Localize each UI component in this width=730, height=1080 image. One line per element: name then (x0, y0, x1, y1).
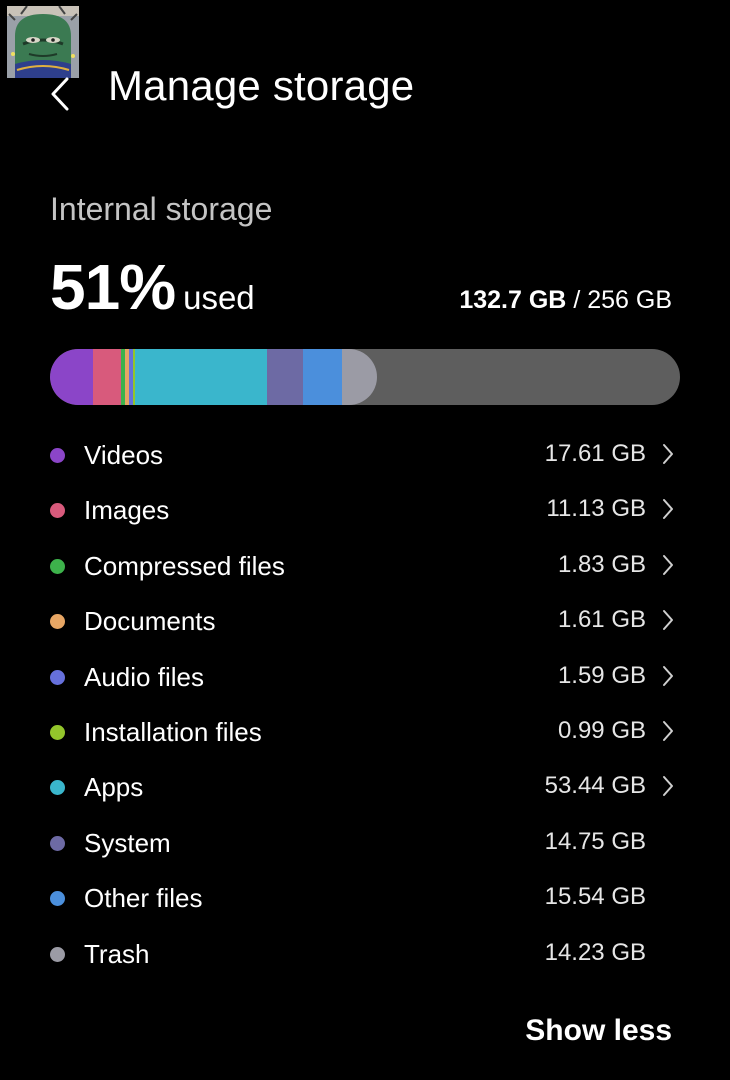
storage-bar (50, 349, 680, 405)
category-name: Apps (84, 772, 144, 803)
storage-bar-segment (341, 349, 377, 405)
category-size: 0.99 GB (557, 716, 646, 744)
category-size: 14.23 GB (544, 938, 646, 966)
storage-used: 132.7 GB (459, 286, 567, 314)
storage-capacity: 132.7 GB / 256 GB (459, 286, 672, 315)
category-size: 17.61 GB (544, 440, 646, 467)
category-color-dot (50, 558, 65, 574)
category-size: 15.54 GB (544, 883, 646, 911)
chevron-right-icon (663, 554, 673, 575)
category-color-dot (50, 946, 65, 962)
category-row-trash: Trash 14.23 GB (0, 927, 730, 982)
category-row-other-files: Other files 15.54 GB (0, 871, 730, 926)
category-size: 1.59 GB (557, 661, 646, 689)
category-size: 14.75 GB (544, 827, 646, 855)
category-row-documents[interactable]: Documents 1.61 GB (0, 594, 730, 649)
category-row-apps[interactable]: Apps 53.44 GB (0, 760, 730, 815)
category-name: System (84, 827, 171, 858)
back-arrow-icon (51, 77, 69, 111)
category-color-dot (50, 724, 65, 740)
back-button[interactable] (38, 66, 82, 122)
category-name: Documents (84, 606, 216, 637)
storage-bar-segment (266, 349, 304, 405)
category-name: Trash (84, 938, 150, 969)
category-color-dot (50, 614, 65, 630)
chevron-right-icon (663, 665, 673, 686)
category-list: Videos 17.61 GB Images 11.13 GB Compressed f… (0, 428, 730, 982)
storage-bar-segment (50, 349, 94, 405)
category-name: Compressed files (84, 550, 285, 581)
storage-total: 256 GB (587, 286, 672, 314)
category-row-audio-files[interactable]: Audio files 1.59 GB (0, 650, 730, 705)
category-name: Installation files (84, 716, 262, 747)
category-row-system: System 14.75 GB (0, 816, 730, 871)
chevron-right-icon (663, 720, 673, 741)
chevron-right-icon (663, 610, 673, 631)
section-title: Internal storage (50, 191, 273, 227)
category-size: 1.61 GB (557, 606, 646, 634)
page-title: Manage storage (108, 62, 415, 109)
storage-bar-segment (93, 349, 121, 405)
category-name: Other files (84, 883, 203, 914)
storage-bar-segment (303, 349, 342, 405)
storage-separator: / (573, 286, 581, 314)
category-size: 11.13 GB (546, 495, 646, 523)
category-row-compressed-files[interactable]: Compressed files 1.83 GB (0, 539, 730, 594)
category-color-dot (50, 891, 65, 907)
category-color-dot (50, 669, 65, 685)
usage-percent: 51% used (50, 250, 255, 324)
show-less-button[interactable]: Show less (525, 1014, 672, 1048)
category-size: 53.44 GB (544, 772, 646, 800)
category-row-images[interactable]: Images 11.13 GB (0, 483, 730, 538)
category-color-dot (50, 835, 65, 851)
category-color-dot (50, 780, 65, 796)
chevron-right-icon (663, 499, 673, 520)
storage-bar-fill (50, 349, 377, 405)
category-color-dot (50, 448, 65, 463)
category-color-dot (50, 503, 65, 519)
category-name: Videos (84, 440, 164, 470)
category-row-installation-files[interactable]: Installation files 0.99 GB (0, 705, 730, 760)
category-name: Audio files (84, 661, 204, 692)
category-row-videos[interactable]: Videos 17.61 GB (0, 428, 730, 483)
storage-bar-segment (135, 349, 267, 405)
chevron-right-icon (663, 444, 673, 464)
category-size: 1.83 GB (557, 550, 646, 578)
usage-percent-value: 51% (50, 251, 176, 323)
chevron-right-icon (663, 776, 673, 797)
category-name: Images (84, 495, 170, 526)
usage-percent-suffix: used (183, 279, 255, 316)
